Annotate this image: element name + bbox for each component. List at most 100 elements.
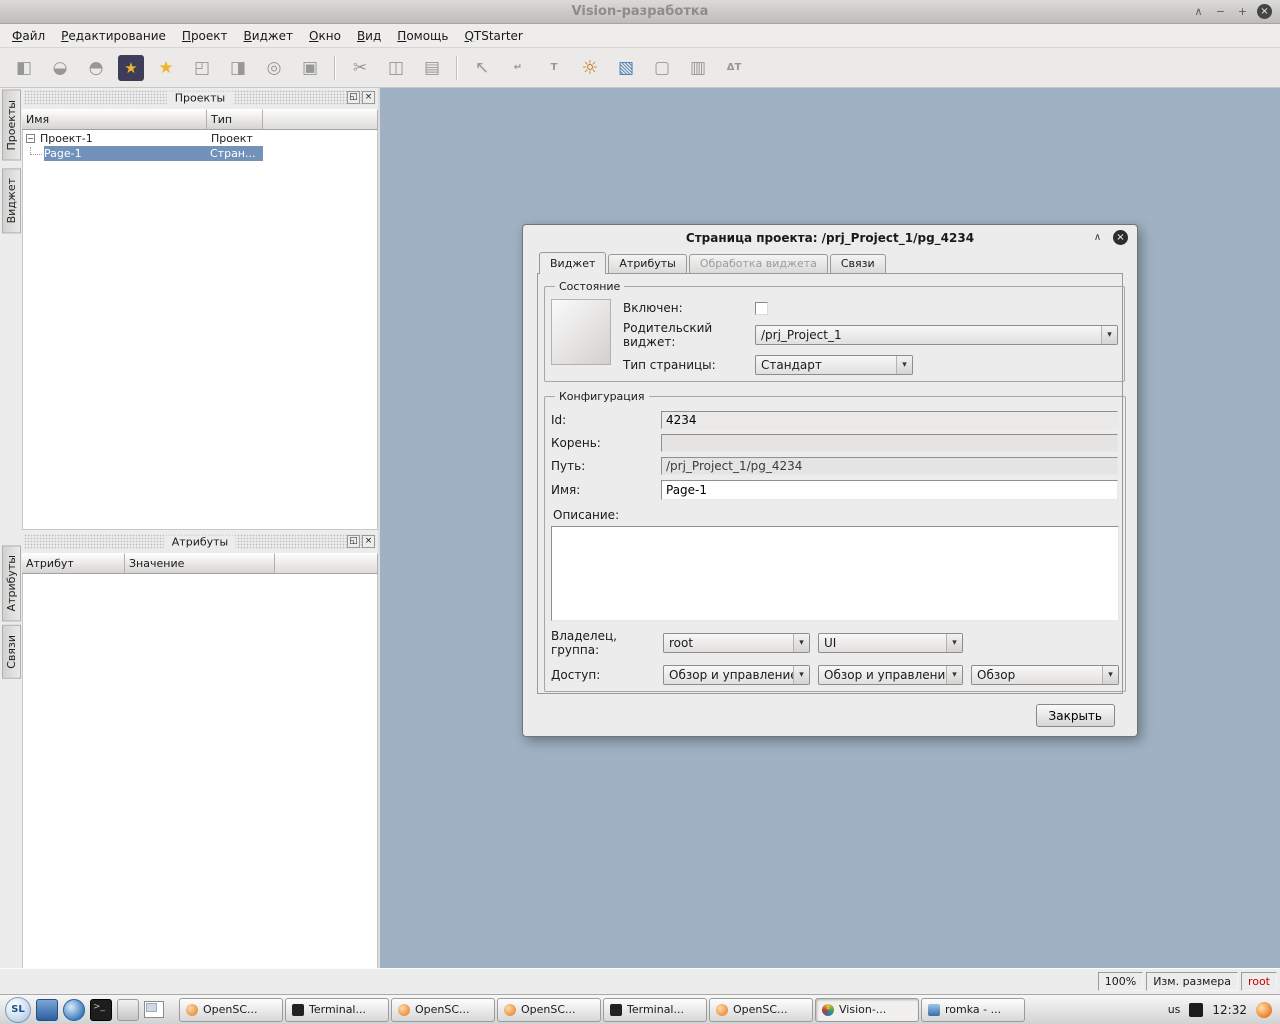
widget-dev-icon[interactable]: ◧ <box>10 54 38 82</box>
view-widget-icon[interactable]: ◎ <box>260 54 288 82</box>
paste-icon[interactable]: ▤ <box>418 54 446 82</box>
keyboard-layout-indicator[interactable]: us <box>1168 1003 1181 1016</box>
tree-item-name[interactable]: Page-1 <box>44 146 207 161</box>
tab-attributes[interactable]: Атрибуты <box>608 254 686 273</box>
task-button[interactable]: Terminal... <box>285 998 389 1022</box>
task-button[interactable]: OpenSC... <box>391 998 495 1022</box>
menu-file[interactable]: Файл <box>4 26 53 46</box>
side-tab-attributes[interactable]: Атрибуты <box>2 545 21 621</box>
access-other-combo[interactable]: Обзор <box>971 665 1119 685</box>
chevron-down-icon[interactable] <box>1101 326 1117 344</box>
tab-links[interactable]: Связи <box>830 254 886 273</box>
attributes-table-header: Атрибут Значение <box>22 553 378 574</box>
window-titlebar[interactable]: Vision-разработка ∧ − + × <box>0 0 1280 24</box>
description-field[interactable] <box>551 526 1119 621</box>
owner-combo[interactable]: root <box>663 633 810 653</box>
chevron-down-icon[interactable] <box>946 666 962 684</box>
chevron-down-icon[interactable] <box>793 666 809 684</box>
id-field[interactable] <box>661 411 1118 429</box>
clipboard-tray-icon[interactable] <box>1189 1003 1203 1017</box>
task-button[interactable]: OpenSC... <box>179 998 283 1022</box>
dialog-close-icon[interactable]: × <box>1113 230 1128 245</box>
run-vision-icon[interactable]: ★ <box>152 54 180 82</box>
projects-dock-titlebar[interactable]: Проекты ◱ × <box>24 90 376 105</box>
document-tool-icon[interactable]: ▢ <box>648 54 676 82</box>
start-menu-button[interactable]: SL <box>5 997 31 1023</box>
cursor-tool-icon[interactable]: ↖ <box>468 54 496 82</box>
dialog-titlebar[interactable]: Страница проекта: /prj_Project_1/pg_4234… <box>523 225 1137 251</box>
task-button[interactable]: OpenSC... <box>497 998 601 1022</box>
enter-tool-icon[interactable]: ↵ <box>504 54 532 82</box>
desktop-pager[interactable] <box>144 1001 164 1018</box>
menu-project[interactable]: Проект <box>174 26 236 46</box>
task-button[interactable]: romka - ... <box>921 998 1025 1022</box>
collapse-expander-icon[interactable]: − <box>26 134 35 143</box>
printer-icon[interactable] <box>117 999 139 1021</box>
db-save-icon[interactable]: ◓ <box>82 54 110 82</box>
run-project-icon[interactable]: ★ <box>118 55 144 81</box>
current-user[interactable]: root <box>1241 972 1277 991</box>
name-field[interactable] <box>661 480 1118 500</box>
tree-row[interactable]: − Проект-1 Проект <box>23 131 377 146</box>
menu-window[interactable]: Окно <box>301 26 349 46</box>
page-library-icon[interactable]: ◨ <box>224 54 252 82</box>
menu-edit[interactable]: Редактирование <box>53 26 174 46</box>
enabled-checkbox[interactable] <box>755 302 768 315</box>
projects-tree[interactable]: − Проект-1 Проект Page-1 Стран... <box>22 130 378 530</box>
db-load-icon[interactable]: ◒ <box>46 54 74 82</box>
path-label: Путь: <box>551 459 661 473</box>
column-header-type[interactable]: Тип <box>207 109 263 130</box>
new-page-icon[interactable]: ◰ <box>188 54 216 82</box>
task-button[interactable]: Terminal... <box>603 998 707 1022</box>
menu-view[interactable]: Вид <box>349 26 389 46</box>
close-dock-icon[interactable]: × <box>362 91 375 104</box>
protocol-tool-icon[interactable]: ▥ <box>684 54 712 82</box>
media-tool-icon[interactable]: ▧ <box>612 54 640 82</box>
close-window-icon[interactable]: × <box>1257 4 1272 19</box>
elements-tool-icon[interactable]: ☼ <box>576 54 604 82</box>
task-button[interactable]: OpenSC... <box>709 998 813 1022</box>
access-user-combo[interactable]: Обзор и управление <box>663 665 810 685</box>
cut-icon[interactable]: ✂ <box>346 54 374 82</box>
column-header-name[interactable]: Имя <box>22 109 207 130</box>
close-dock-icon[interactable]: × <box>362 535 375 548</box>
attributes-dock-titlebar[interactable]: Атрибуты ◱ × <box>24 534 376 549</box>
tree-item-name[interactable]: Проект-1 <box>40 131 208 146</box>
access-group-combo[interactable]: Обзор и управление <box>818 665 963 685</box>
chevron-down-icon[interactable] <box>793 634 809 652</box>
desktop-icon[interactable] <box>36 999 58 1021</box>
maximize-window-icon[interactable]: + <box>1235 4 1250 19</box>
float-dock-icon[interactable]: ◱ <box>347 91 360 104</box>
edit-widget-icon[interactable]: ▣ <box>296 54 324 82</box>
konsole-icon[interactable] <box>90 999 112 1021</box>
column-header-value[interactable]: Значение <box>125 553 275 574</box>
side-tab-links[interactable]: Связи <box>2 625 21 679</box>
menu-widget[interactable]: Виджет <box>236 26 302 46</box>
tree-row-selected[interactable]: Page-1 Стран... <box>23 146 377 161</box>
values-tool-icon[interactable]: ΔT <box>720 54 748 82</box>
clock[interactable]: 12:32 <box>1212 1003 1247 1017</box>
float-dock-icon[interactable]: ◱ <box>347 535 360 548</box>
task-button-active[interactable]: Vision-... <box>815 998 919 1022</box>
parent-widget-combo[interactable]: /prj_Project_1 <box>755 325 1118 345</box>
chevron-down-icon[interactable] <box>946 634 962 652</box>
group-combo[interactable]: UI <box>818 633 963 653</box>
shade-window-icon[interactable]: ∧ <box>1191 4 1206 19</box>
menu-qtstarter[interactable]: QTStarter <box>456 26 530 46</box>
side-tab-projects[interactable]: Проекты <box>2 90 21 161</box>
copy-icon[interactable]: ◫ <box>382 54 410 82</box>
dialog-collapse-icon[interactable]: ∧ <box>1090 230 1105 245</box>
globe-icon[interactable] <box>63 999 85 1021</box>
attributes-table-body[interactable] <box>22 574 378 970</box>
page-type-combo[interactable]: Стандарт <box>755 355 913 375</box>
chevron-down-icon[interactable] <box>896 356 912 374</box>
side-tab-widget[interactable]: Виджет <box>2 168 21 233</box>
tray-app-icon[interactable] <box>1256 1002 1272 1018</box>
text-tool-icon[interactable]: T <box>540 54 568 82</box>
close-dialog-button[interactable]: Закрыть <box>1036 704 1115 727</box>
tab-widget[interactable]: Виджет <box>539 252 606 274</box>
column-header-attribute[interactable]: Атрибут <box>22 553 125 574</box>
minimize-window-icon[interactable]: − <box>1213 4 1228 19</box>
chevron-down-icon[interactable] <box>1102 666 1118 684</box>
menu-help[interactable]: Помощь <box>389 26 456 46</box>
